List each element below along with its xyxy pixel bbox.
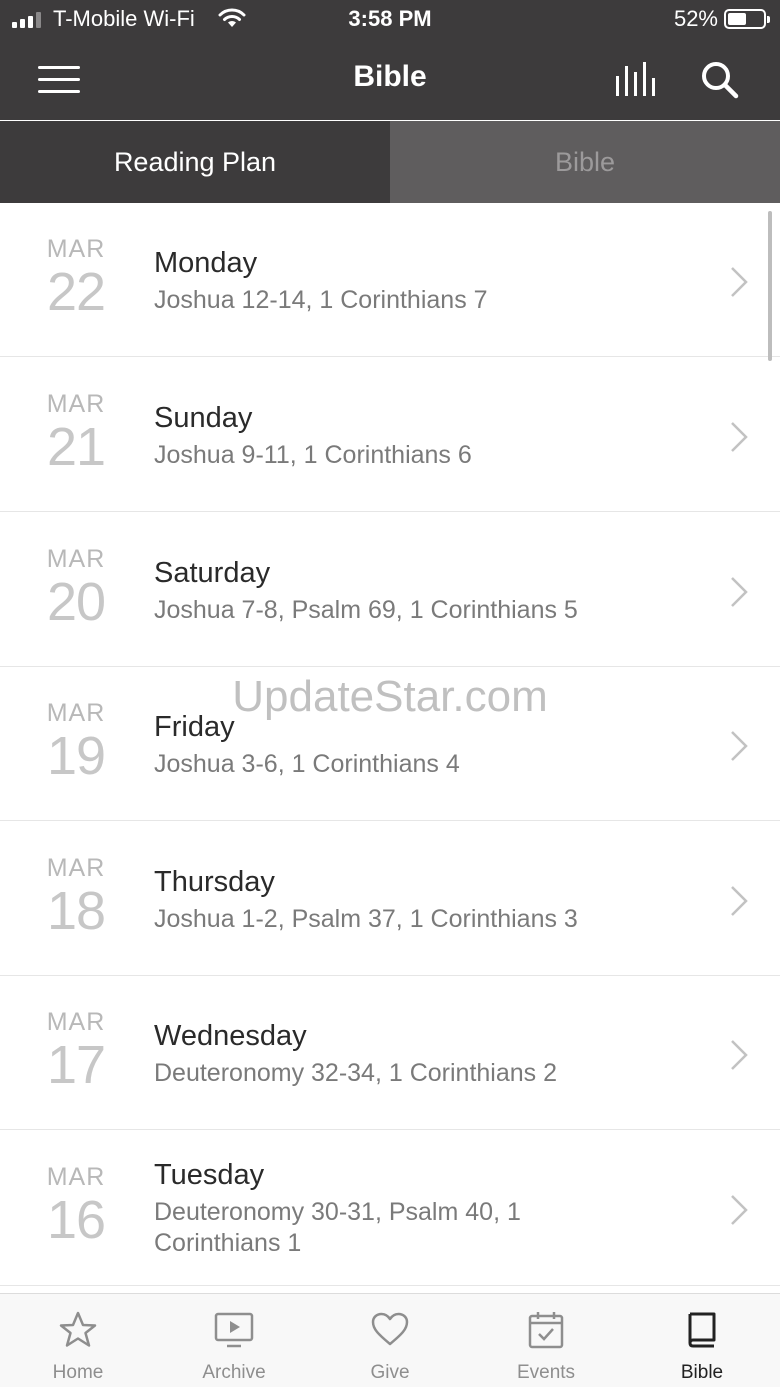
tab-bible-nav-label: Bible xyxy=(680,1362,724,1383)
tab-home[interactable]: Home xyxy=(0,1294,156,1387)
menu-icon[interactable] xyxy=(38,64,80,96)
date-day: 20 xyxy=(46,572,106,632)
reading-weekday: Tuesday xyxy=(154,1159,265,1191)
reading-passages: Joshua 1-2, Psalm 37, 1 Corinthians 3 xyxy=(154,905,578,933)
calendar-check-icon xyxy=(528,1312,564,1349)
signal-icon xyxy=(12,12,41,28)
date-month: MAR xyxy=(46,854,106,882)
date-day: 22 xyxy=(46,262,106,322)
list-item[interactable]: MAR 17 Wednesday Deuteronomy 32-34, 1 Co… xyxy=(0,976,780,1130)
list-item[interactable]: MAR 21 Sunday Joshua 9-11, 1 Corinthians… xyxy=(0,358,780,512)
reading-passages: Deuteronomy 32-34, 1 Corinthians 2 xyxy=(154,1059,558,1087)
date-day: 16 xyxy=(46,1190,106,1250)
reading-weekday: Wednesday xyxy=(154,1020,307,1052)
carrier-label: T-Mobile Wi-Fi xyxy=(53,6,195,31)
search-icon[interactable] xyxy=(700,60,740,100)
date-month: MAR xyxy=(46,545,106,573)
play-screen-icon xyxy=(214,1312,254,1348)
scrollbar[interactable] xyxy=(768,211,772,361)
star-icon xyxy=(59,1311,97,1347)
chevron-right-icon xyxy=(731,1195,748,1225)
chevron-right-icon xyxy=(731,577,748,607)
date-day: 17 xyxy=(46,1035,106,1095)
segment-tabs: Reading Plan Bible xyxy=(0,121,780,203)
tab-bible-nav[interactable]: Bible xyxy=(624,1294,780,1387)
date-month: MAR xyxy=(46,1008,106,1036)
list-item[interactable]: MAR 18 Thursday Joshua 1-2, Psalm 37, 1 … xyxy=(0,822,780,976)
book-icon xyxy=(688,1312,716,1348)
reading-plan-list[interactable]: MAR 22 Monday Joshua 12-14, 1 Corinthian… xyxy=(0,203,780,1293)
date-day: 21 xyxy=(46,417,106,477)
reading-weekday: Thursday xyxy=(154,866,275,898)
date-month: MAR xyxy=(46,235,106,263)
tab-archive[interactable]: Archive xyxy=(156,1294,312,1387)
date-day: 19 xyxy=(46,726,106,786)
tab-give-label: Give xyxy=(370,1362,410,1383)
bar-chart-icon[interactable] xyxy=(614,62,660,98)
tab-events-label: Events xyxy=(516,1362,576,1383)
page-title: Bible xyxy=(353,60,427,93)
heart-icon xyxy=(371,1312,409,1346)
bottom-tab-bar: Home Archive Give Events Bible xyxy=(0,1293,780,1387)
reading-weekday: Monday xyxy=(154,247,258,279)
tab-archive-label: Archive xyxy=(202,1362,266,1383)
date-month: MAR xyxy=(46,699,106,727)
chevron-right-icon xyxy=(731,886,748,916)
reading-weekday: Sunday xyxy=(154,402,253,434)
chevron-right-icon xyxy=(731,267,748,297)
list-item[interactable]: MAR 20 Saturday Joshua 7-8, Psalm 69, 1 … xyxy=(0,513,780,667)
date-month: MAR xyxy=(46,1163,106,1191)
reading-passages: Deuteronomy 30-31, Psalm 40, 1 Corinthia… xyxy=(154,1198,521,1257)
list-item[interactable]: MAR 19 Friday Joshua 3-6, 1 Corinthians … xyxy=(0,667,780,821)
reading-weekday: Friday xyxy=(154,711,235,743)
reading-weekday: Saturday xyxy=(154,557,271,589)
tab-events[interactable]: Events xyxy=(468,1294,624,1387)
list-item[interactable]: MAR 22 Monday Joshua 12-14, 1 Corinthian… xyxy=(0,203,780,357)
date-day: 18 xyxy=(46,881,106,941)
reading-passages: Joshua 9-11, 1 Corinthians 6 xyxy=(154,441,472,469)
reading-passages: Joshua 7-8, Psalm 69, 1 Corinthians 5 xyxy=(154,596,578,624)
battery-percent: 52% xyxy=(673,6,718,31)
chevron-right-icon xyxy=(731,422,748,452)
reading-passages: Joshua 12-14, 1 Corinthians 7 xyxy=(154,286,488,314)
chevron-right-icon xyxy=(731,731,748,761)
tab-give[interactable]: Give xyxy=(312,1294,468,1387)
date-month: MAR xyxy=(46,390,106,418)
wifi-icon xyxy=(218,8,246,27)
list-item[interactable]: MAR 16 Tuesday Deuteronomy 30-31, Psalm … xyxy=(0,1131,780,1286)
tab-reading-plan[interactable]: Reading Plan xyxy=(0,121,390,203)
battery-icon xyxy=(724,9,770,29)
navigation-bar: Bible xyxy=(0,40,780,120)
chevron-right-icon xyxy=(731,1040,748,1070)
tab-home-label: Home xyxy=(52,1362,104,1383)
reading-passages: Joshua 3-6, 1 Corinthians 4 xyxy=(154,750,460,778)
status-bar: T-Mobile Wi-Fi 3:58 PM 52% xyxy=(0,0,780,40)
tab-bible[interactable]: Bible xyxy=(390,121,780,203)
